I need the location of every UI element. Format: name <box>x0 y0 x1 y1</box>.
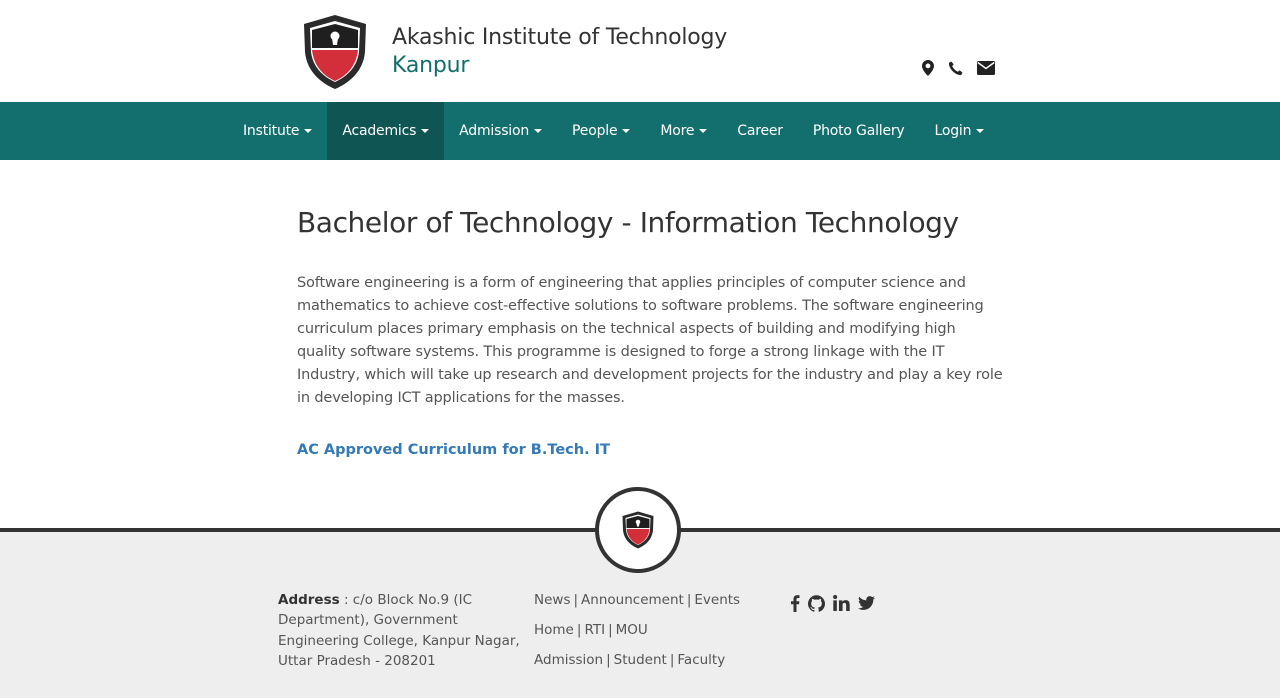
nav-item-login[interactable]: Login <box>920 102 1000 160</box>
program-description: Software engineering is a form of engine… <box>297 275 1003 406</box>
caret-down-icon <box>976 129 985 133</box>
institute-city: Kanpur <box>392 53 470 78</box>
github-icon[interactable] <box>808 594 825 612</box>
main-navbar: Institute Academics Admission People Mor… <box>0 102 1280 160</box>
nav-item-label: Academics <box>342 123 417 139</box>
footer-link-announcement[interactable]: Announcement <box>581 592 684 608</box>
link-separator: | <box>573 592 579 608</box>
nav-item-admission[interactable]: Admission <box>444 102 557 160</box>
link-separator: | <box>608 622 613 638</box>
nav-menu: Institute Academics Admission People Mor… <box>228 102 999 160</box>
footer-link-student[interactable]: Student <box>614 652 667 668</box>
caret-down-icon <box>622 129 631 133</box>
facebook-icon[interactable] <box>790 594 800 612</box>
footer-link-admission[interactable]: Admission <box>534 652 603 668</box>
nav-item-label: Career <box>737 123 783 139</box>
social-links <box>790 594 883 612</box>
map-marker-icon[interactable] <box>922 58 934 78</box>
footer-address: Address : c/o Block No.9 (IC Department)… <box>278 590 523 672</box>
nav-item-more[interactable]: More <box>645 102 722 160</box>
nav-item-label: More <box>660 123 695 139</box>
nav-item-institute[interactable]: Institute <box>228 102 327 160</box>
caret-down-icon <box>304 129 313 133</box>
nav-item-label: People <box>572 123 618 139</box>
address-label: Address <box>278 592 340 608</box>
caret-down-icon <box>534 129 543 133</box>
nav-item-people[interactable]: People <box>557 102 645 160</box>
footer-link-home[interactable]: Home <box>534 622 574 638</box>
nav-item-career[interactable]: Career <box>722 102 798 160</box>
footer-link-mou[interactable]: MOU <box>616 622 648 638</box>
nav-item-label: Institute <box>243 123 300 139</box>
footer-link-news[interactable]: News <box>534 592 570 608</box>
institute-logo[interactable] <box>302 14 368 90</box>
footer-logo <box>622 511 654 549</box>
page-title: Bachelor of Technology - Information Tec… <box>297 206 959 239</box>
link-separator: | <box>606 652 611 668</box>
footer-logo-badge[interactable] <box>595 487 681 573</box>
footer-links: News | Announcement | Events Home | RTI | MOU Ad… <box>534 590 740 680</box>
link-separator: | <box>669 652 675 668</box>
footer-links-row: Home | RTI | MOU <box>534 620 740 650</box>
footer-link-rti[interactable]: RTI <box>584 622 605 638</box>
nav-item-photo-gallery[interactable]: Photo Gallery <box>798 102 920 160</box>
nav-item-label: Admission <box>459 123 530 139</box>
link-separator: | <box>686 592 692 608</box>
caret-down-icon <box>699 129 708 133</box>
nav-item-label: Login <box>934 123 972 139</box>
linkedin-icon[interactable] <box>833 594 850 612</box>
site-header: Akashic Institute of Technology Kanpur <box>0 0 1280 102</box>
footer-link-events[interactable]: Events <box>694 592 740 608</box>
institute-name[interactable]: Akashic Institute of Technology <box>392 25 727 50</box>
twitter-icon[interactable] <box>858 594 875 612</box>
phone-icon[interactable] <box>948 58 963 78</box>
nav-item-label: Photo Gallery <box>812 123 905 139</box>
contact-icons <box>922 58 995 78</box>
footer-links-row: Admission | Student | Faculty <box>534 650 740 680</box>
footer-links-row: News | Announcement | Events <box>534 590 740 620</box>
envelope-icon[interactable] <box>977 58 995 78</box>
caret-down-icon <box>421 129 430 133</box>
nav-item-academics[interactable]: Academics <box>327 102 445 160</box>
footer-link-faculty[interactable]: Faculty <box>677 652 725 668</box>
link-separator: | <box>576 622 582 638</box>
curriculum-link[interactable]: AC Approved Curriculum for B.Tech. IT <box>297 442 610 458</box>
